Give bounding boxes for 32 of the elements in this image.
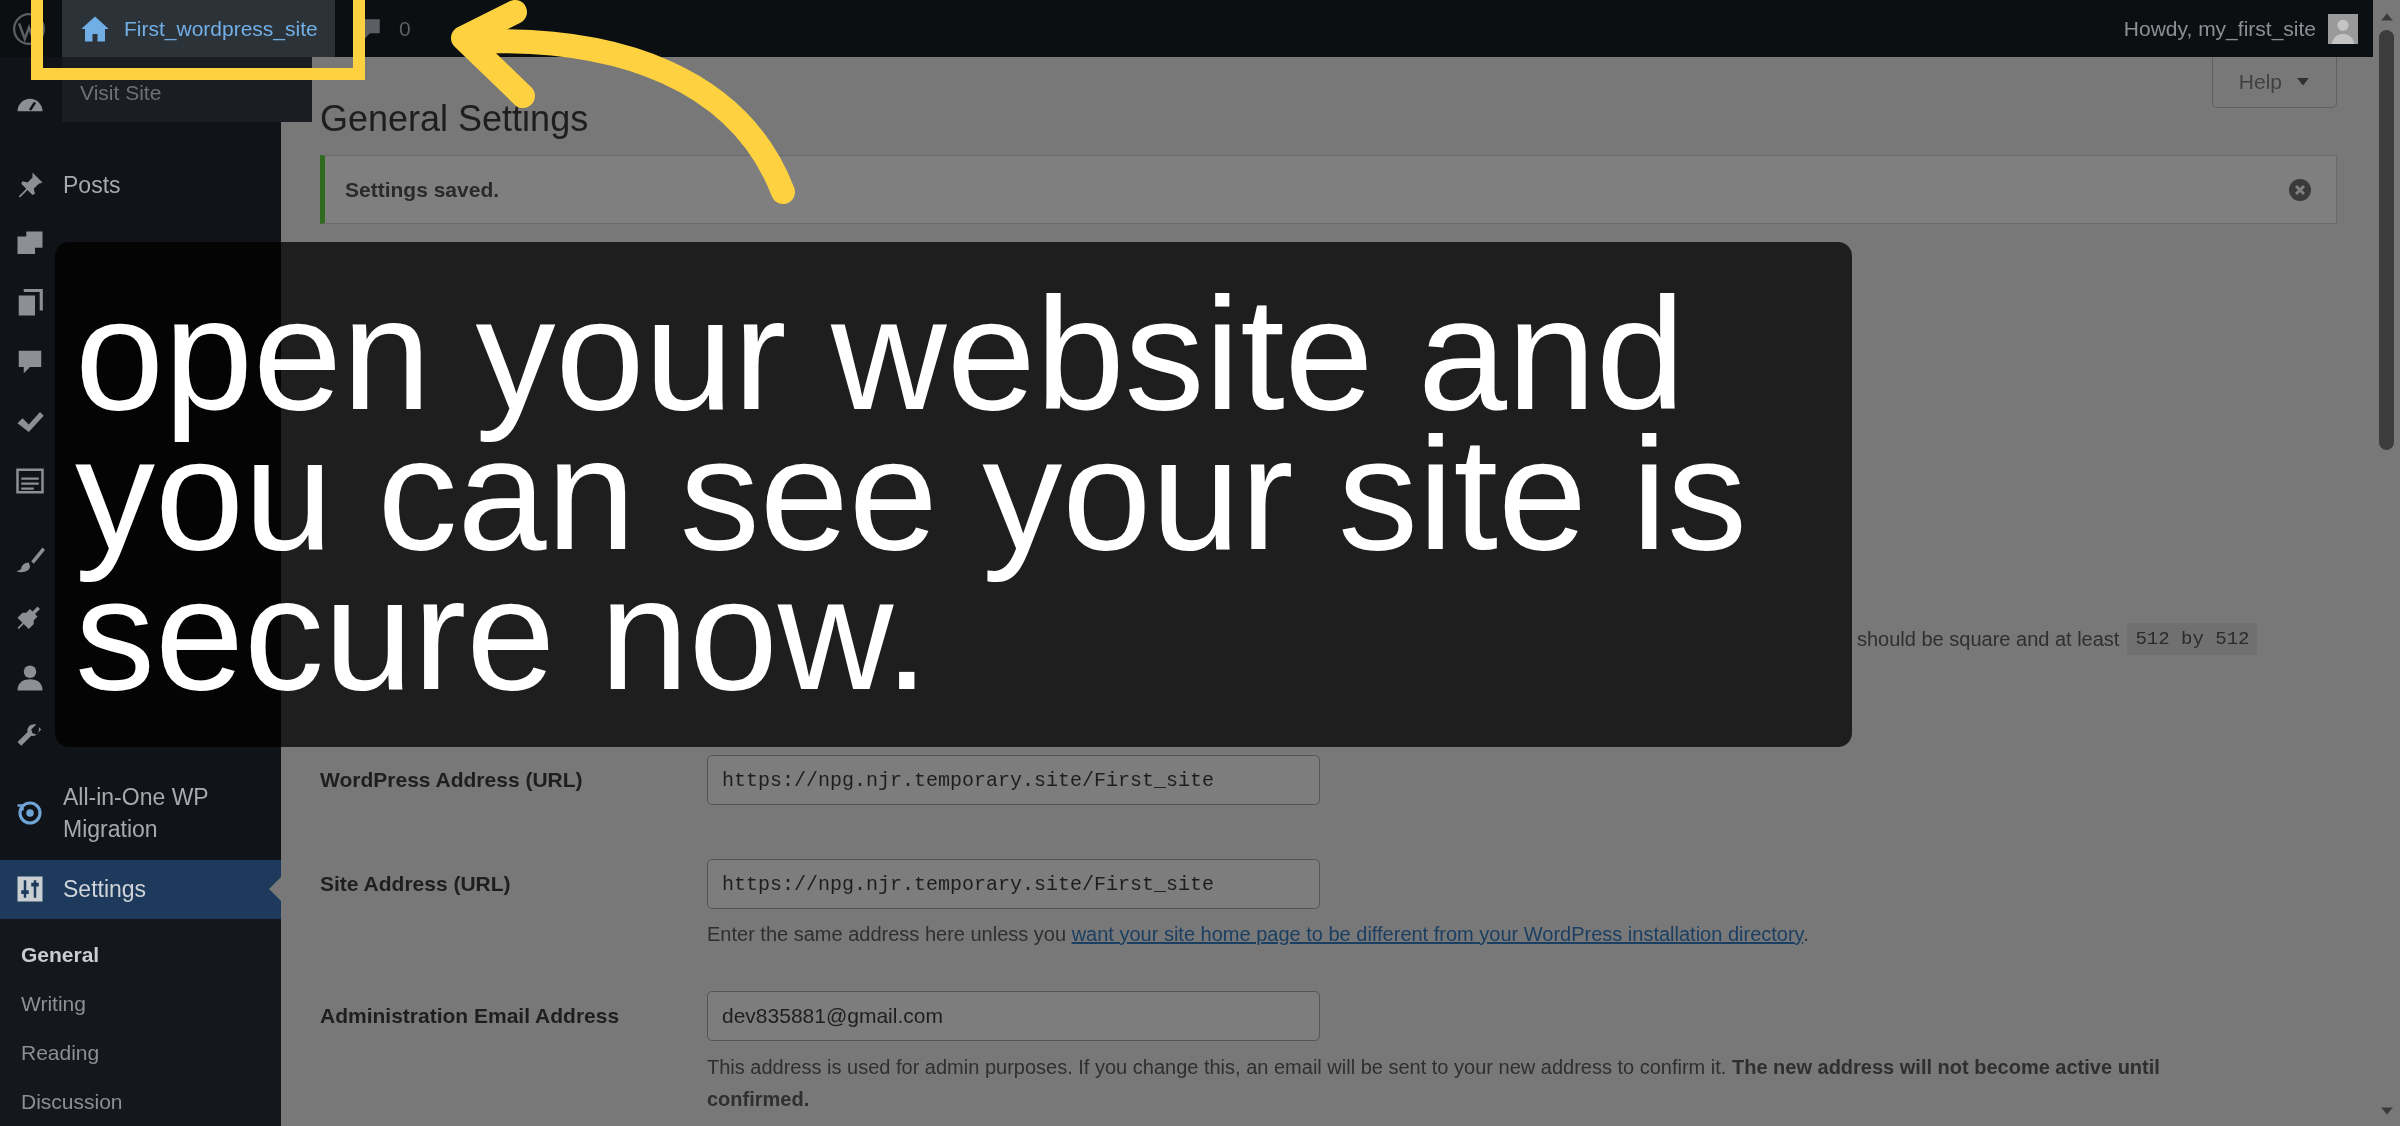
field-label: Administration Email Address	[320, 1003, 621, 1030]
submenu-item[interactable]: Writing	[0, 979, 281, 1028]
visit-site-link[interactable]: Visit Site	[80, 76, 162, 108]
help-text: should be square and at least	[1857, 627, 2120, 652]
text-field[interactable]: https://npg.njr.temporary.site/First_site	[707, 755, 1320, 805]
user-icon	[15, 663, 45, 694]
close-button[interactable]	[2288, 177, 2312, 202]
field-label: Site Address (URL)	[320, 871, 512, 898]
submenu-item[interactable]: Discussion	[0, 1077, 281, 1126]
notice-text: Settings saved.	[345, 176, 500, 203]
avatar-icon	[2328, 13, 2358, 44]
menu-item[interactable]: Settings	[0, 859, 281, 919]
greeting-link[interactable]: Howdy, my_first_site	[2123, 12, 2316, 45]
help-text: This address is used for admin purposes. If you change this, an email will be sent to your new address to confirm it. The new address will not become active until confirmed.	[707, 1055, 2161, 1112]
submenu-item[interactable]: Reading	[0, 1028, 281, 1077]
site-name-link[interactable]: First_wordpress_site	[62, 0, 335, 57]
caption-text: open your website and you can see your site is secure now.	[75, 284, 1748, 704]
help-text: Enter the same address here unless you want your site home page to be different from your WordPress installation directory.	[707, 922, 1810, 947]
text-field[interactable]: https://npg.njr.temporary.site/First_site	[707, 859, 1320, 909]
text-field[interactable]: dev835881@gmail.com	[707, 991, 1320, 1041]
sliders-icon	[15, 874, 45, 905]
code-text: 512 by 512	[2127, 622, 2258, 656]
menu-pointer	[269, 877, 281, 902]
scrollbar-thumb[interactable]	[2379, 30, 2394, 450]
page-title: General Settings	[320, 97, 589, 141]
menu-item[interactable]: Posts	[0, 155, 281, 215]
comments-link[interactable]: 0	[357, 0, 411, 57]
field-label: WordPress Address (URL)	[320, 767, 584, 794]
submenu-item[interactable]: General	[0, 930, 281, 979]
wordpress-logo-icon	[12, 11, 46, 46]
close-icon	[2288, 177, 2312, 202]
menu-item[interactable]: All-in-One WP Migration	[0, 767, 281, 860]
